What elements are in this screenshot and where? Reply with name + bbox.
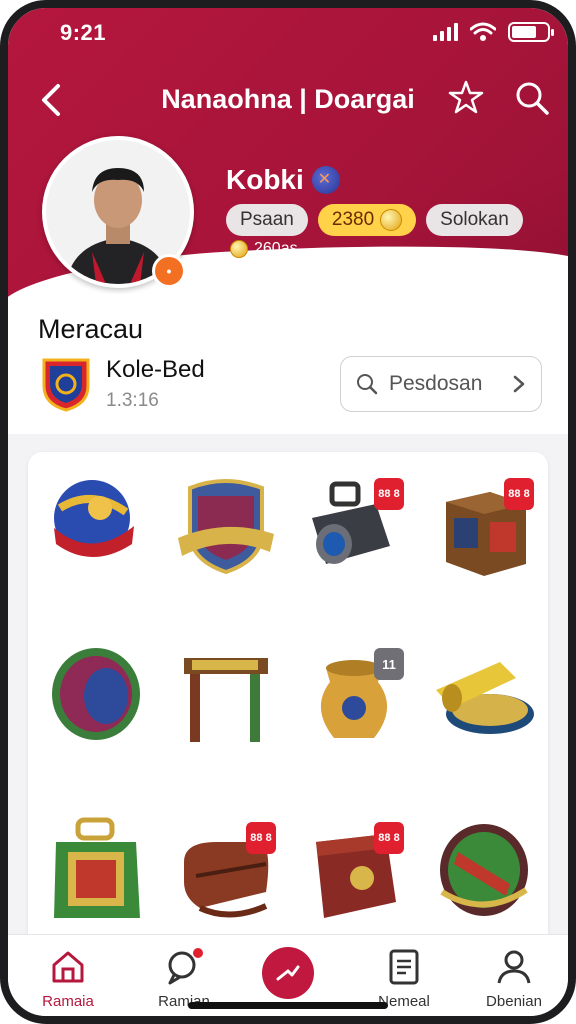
chat-icon [168, 948, 203, 985]
globe-ball-icon [54, 480, 134, 557]
item-tile[interactable]: 88 8 [298, 468, 408, 598]
item-tile[interactable] [170, 468, 280, 598]
pill-tag[interactable]: Solokan [426, 204, 523, 236]
item-tile[interactable]: 88 8 [428, 468, 538, 598]
item-tile[interactable]: 88 8 [170, 812, 280, 942]
signal-icon [433, 23, 458, 41]
search-button-label: Pesdosan [389, 372, 483, 395]
wifi-icon [470, 22, 496, 41]
coins-row: 260as [230, 240, 298, 258]
battery-icon [508, 22, 554, 42]
gold-coin-icon [380, 209, 403, 231]
item-tile[interactable]: 88 8 [298, 812, 408, 942]
item-tile[interactable] [40, 638, 150, 768]
club-section: Meracau Kole-Bed 1.3:16 Pesdosan [8, 294, 568, 434]
status-bar: 9:21 [8, 8, 568, 60]
club-logo-icon [42, 358, 90, 412]
share-icon[interactable] [446, 78, 486, 118]
item-tile[interactable] [170, 638, 280, 768]
club-name[interactable]: Kole-Bed [106, 356, 205, 384]
item-tile[interactable] [40, 468, 150, 598]
verified-icon [311, 166, 340, 194]
drum-icon [52, 648, 140, 740]
item-tag: 88 8 [504, 478, 534, 510]
item-tag: 88 8 [374, 822, 404, 854]
item-tag: 11 [374, 648, 404, 680]
badge-icon [440, 824, 528, 916]
tab-document[interactable]: Nemeal [354, 947, 454, 1010]
status-time: 9:21 [60, 20, 107, 45]
nav-actions [446, 78, 552, 118]
pill-rank[interactable]: Psaan [226, 204, 308, 236]
tab-bar: Ramaia Ramian Nemeal Dbenian [8, 934, 568, 1016]
profile-pills: Psaan 2380 Solokan [226, 204, 523, 236]
home-icon [52, 951, 84, 983]
phone-frame: 9:21 Nanaohna | Doargai • Kobki ✕ Psaan … [0, 0, 576, 1024]
tab-profile-label: Dbenian [486, 993, 542, 1010]
coin-icon [230, 240, 248, 258]
profile-icon [497, 950, 531, 984]
item-tag: 88 8 [374, 478, 404, 510]
search-button[interactable]: Pesdosan [340, 356, 542, 412]
pill-points[interactable]: 2380 [317, 204, 417, 236]
club-number: 1.3:16 [106, 390, 159, 411]
coins-value: 260as [254, 240, 298, 257]
shield-banner-icon [178, 479, 274, 575]
item-tile[interactable] [428, 812, 538, 942]
tab-profile[interactable]: Dbenian [464, 947, 564, 1010]
items-grid: 88 8 88 8 11 88 8 88 8 [28, 452, 548, 952]
item-tag: 88 8 [246, 822, 276, 854]
pill-points-label: 2380 [331, 209, 375, 230]
username-text: Kobki [226, 164, 304, 195]
green-bag-icon [54, 817, 140, 918]
document-icon [389, 949, 419, 985]
username: Kobki [226, 164, 340, 196]
center-action-button[interactable] [262, 947, 314, 999]
search-small-icon [357, 374, 378, 395]
section-title: Meracau [38, 314, 144, 344]
tab-home[interactable]: Ramaia [18, 947, 118, 1010]
search-icon[interactable] [512, 78, 552, 118]
coin-stack-icon [436, 662, 534, 734]
nav-bar: Nanaohna | Doargai [8, 68, 568, 132]
status-icons [433, 22, 554, 42]
online-badge-icon: • [152, 254, 186, 288]
gate-icon [184, 658, 268, 742]
tab-chat[interactable]: Ramian [134, 947, 234, 1010]
item-tile[interactable] [40, 812, 150, 942]
item-tile[interactable]: 11 [298, 638, 408, 768]
play-icon [276, 965, 300, 981]
home-indicator [188, 1002, 388, 1009]
tab-home-label: Ramaia [42, 993, 94, 1010]
chevron-right-icon [513, 375, 525, 393]
item-tile[interactable] [428, 638, 538, 768]
